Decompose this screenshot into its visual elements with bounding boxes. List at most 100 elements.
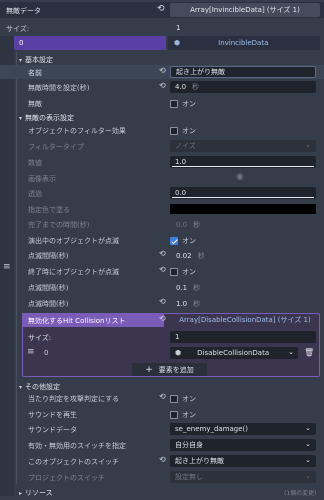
color-swatch[interactable] (170, 204, 316, 214)
drag-handle-icon[interactable]: ≡ (27, 347, 35, 357)
hit-item-select[interactable]: ⬢ DisableCollisionData ⌄ (170, 347, 298, 359)
end-blink-time-field[interactable]: 1.0 秒 (176, 299, 200, 309)
hit-item-type: DisableCollisionData (197, 349, 270, 357)
attack-label: 当たり判定を攻撃判定にする (28, 395, 120, 403)
expand-arrow-icon: ▾ (19, 384, 23, 391)
sound-play-checkbox[interactable]: オン (170, 410, 196, 420)
revert-icon[interactable]: ⟲ (159, 297, 166, 306)
eye-icon[interactable]: ◉ (236, 172, 244, 182)
attack-value: オン (182, 395, 196, 403)
section-basic-title: 基本設定 (25, 56, 54, 64)
duration-row: 無敵時間を設定(秒) ⟲ 4.0 秒 (0, 80, 324, 94)
sound-play-value: オン (182, 411, 196, 419)
filter-effect-label: オブジェクトのフィルター効果 (28, 127, 126, 135)
resource-icon: ⬢ (175, 349, 182, 357)
finish-time-field[interactable]: 0.0 秒 (176, 220, 200, 230)
element-type-label: InvincibleData (218, 39, 269, 47)
amount-row: 数値 1.0 (0, 155, 324, 169)
hit-list-title-bar: 無効化するHit Collisionリスト (22, 313, 164, 327)
end-blink-label: 終了時にオブジェクトが点滅 (28, 268, 119, 276)
chevron-down-icon: ⌄ (305, 440, 311, 448)
blink-interval-row: 点滅間隔(秒) ⟲ 0.02 秒 (0, 248, 324, 262)
slider-track (172, 166, 314, 167)
revert-icon[interactable]: ⟲ (159, 314, 166, 323)
name-field[interactable]: 起き上がり無敵 (170, 66, 316, 78)
sound-play-label: サウンドを再生 (28, 411, 77, 419)
revert-icon[interactable]: ⟲ (159, 455, 166, 464)
image-label: 画像表示 (28, 175, 56, 183)
name-label: 名前 (28, 69, 42, 77)
switch-target-value: 自分自身 (175, 441, 203, 449)
revert-icon[interactable]: ⟲ (157, 4, 165, 14)
amount-slider[interactable]: 1.0 (170, 156, 316, 168)
revert-icon[interactable]: ⟲ (159, 81, 166, 90)
color-label: 指定色で塗る (28, 206, 70, 214)
alpha-row: 透過 0.0 (0, 186, 324, 200)
array-type-button[interactable]: Array[InvincibleData] (サイズ 1) (170, 3, 320, 17)
invincible-row: 無敵 オン (0, 96, 324, 110)
end-blink-time-value: 1.0 (176, 300, 188, 308)
chevron-down-icon: ⌄ (305, 456, 311, 464)
duration-field[interactable]: 4.0 秒 (170, 81, 316, 93)
filter-effect-checkbox[interactable]: オン (170, 126, 196, 136)
invincible-value: オン (182, 100, 196, 108)
switch-target-select[interactable]: 自分自身 ⌄ (170, 439, 316, 451)
blink-checkbox[interactable]: オン (170, 236, 196, 246)
end-blink-interval-value: 0.1 (176, 284, 188, 292)
section-resource-header[interactable]: ▸ リソース (1個の変更) (0, 485, 324, 498)
blink-interval-value: 0.02 (176, 252, 192, 260)
element-type-button[interactable]: ⬢ InvincibleData (168, 36, 320, 50)
duration-label: 無敵時間を設定(秒) (28, 84, 90, 92)
filter-type-row: フィルタータイプ ノイズ ⌄ (0, 139, 324, 153)
section-other-title: その他設定 (25, 383, 61, 391)
sound-data-select[interactable]: se_enemy_damage() ⌄ (170, 423, 316, 435)
object-switch-label: このオブジェクトのスイッチ (28, 458, 119, 466)
alpha-label: 透過 (28, 190, 42, 198)
duration-unit: 秒 (192, 83, 200, 91)
add-element-button[interactable]: + 要素を追加 (132, 363, 207, 376)
blink-interval-field[interactable]: 0.02 秒 (176, 251, 205, 261)
sound-data-label: サウンドデータ (28, 426, 77, 434)
hit-list-item-row: ≡ 0 ⬢ DisableCollisionData ⌄ 🗑 (0, 346, 324, 360)
alpha-slider[interactable]: 0.0 (170, 187, 316, 199)
alpha-value: 0.0 (175, 189, 187, 197)
hit-list-title: 無効化するHit Collisionリスト (28, 317, 126, 325)
end-blink-interval-unit: 秒 (193, 284, 201, 292)
object-switch-select[interactable]: 起き上がり無敵 ⌄ (170, 455, 316, 467)
revert-icon[interactable]: ⟲ (159, 66, 166, 75)
hit-list-type-button[interactable]: Array[DisableCollisionData] (サイズ 1) (170, 313, 320, 327)
property-title: 無敵データ (6, 7, 41, 15)
project-switch-select[interactable]: 設定無し ⌄ (170, 471, 316, 483)
trash-icon[interactable]: 🗑 (304, 348, 314, 357)
attack-checkbox[interactable]: オン (170, 394, 196, 404)
end-blink-time-unit: 秒 (193, 300, 201, 308)
duration-value: 4.0 (175, 83, 187, 91)
revert-icon[interactable]: ⟲ (159, 265, 166, 274)
section-basic-header[interactable]: ▾ 基本設定 (0, 52, 324, 65)
filter-effect-row: オブジェクトのフィルター効果 オン (0, 123, 324, 137)
sound-play-row: サウンドを再生 オン (0, 407, 324, 421)
revert-icon[interactable]: ⟲ (159, 392, 166, 401)
invincible-checkbox[interactable]: オン (170, 99, 196, 109)
color-row: 指定色で塗る (0, 202, 324, 216)
expand-arrow-icon: ▾ (19, 115, 23, 122)
name-value: 起き上がり無敵 (176, 68, 225, 76)
property-header: 無敵データ ⟲ Array[InvincibleData] (サイズ 1) (0, 2, 324, 18)
filter-type-select[interactable]: ノイズ ⌄ (170, 140, 316, 152)
end-blink-interval-field[interactable]: 0.1 秒 (176, 283, 200, 293)
chevron-down-icon: ⌄ (288, 348, 294, 356)
finish-time-label: 完了までの時間(秒) (28, 221, 90, 229)
end-blink-interval-label: 点滅間隔(秒) (28, 284, 69, 292)
size-label: サイズ: (6, 25, 30, 33)
section-display-header[interactable]: ▾ 無敵の表示設定 (0, 110, 324, 123)
amount-value: 1.0 (175, 158, 187, 166)
blink-row: 演出中のオブジェクトが点滅 オン (0, 233, 324, 247)
revert-icon[interactable]: ⟲ (159, 249, 166, 258)
object-switch-row: このオブジェクトのスイッチ ⟲ 起き上がり無敵 ⌄ (0, 454, 324, 468)
hit-list-header: 無効化するHit Collisionリスト ⟲ Array[DisableCol… (0, 313, 324, 327)
amount-label: 数値 (28, 159, 42, 167)
end-blink-checkbox[interactable]: オン (170, 267, 196, 277)
hit-item-index: 0 (44, 349, 49, 357)
hit-list-size-field[interactable]: 1 (170, 331, 316, 343)
size-value[interactable]: 1 (176, 24, 180, 32)
